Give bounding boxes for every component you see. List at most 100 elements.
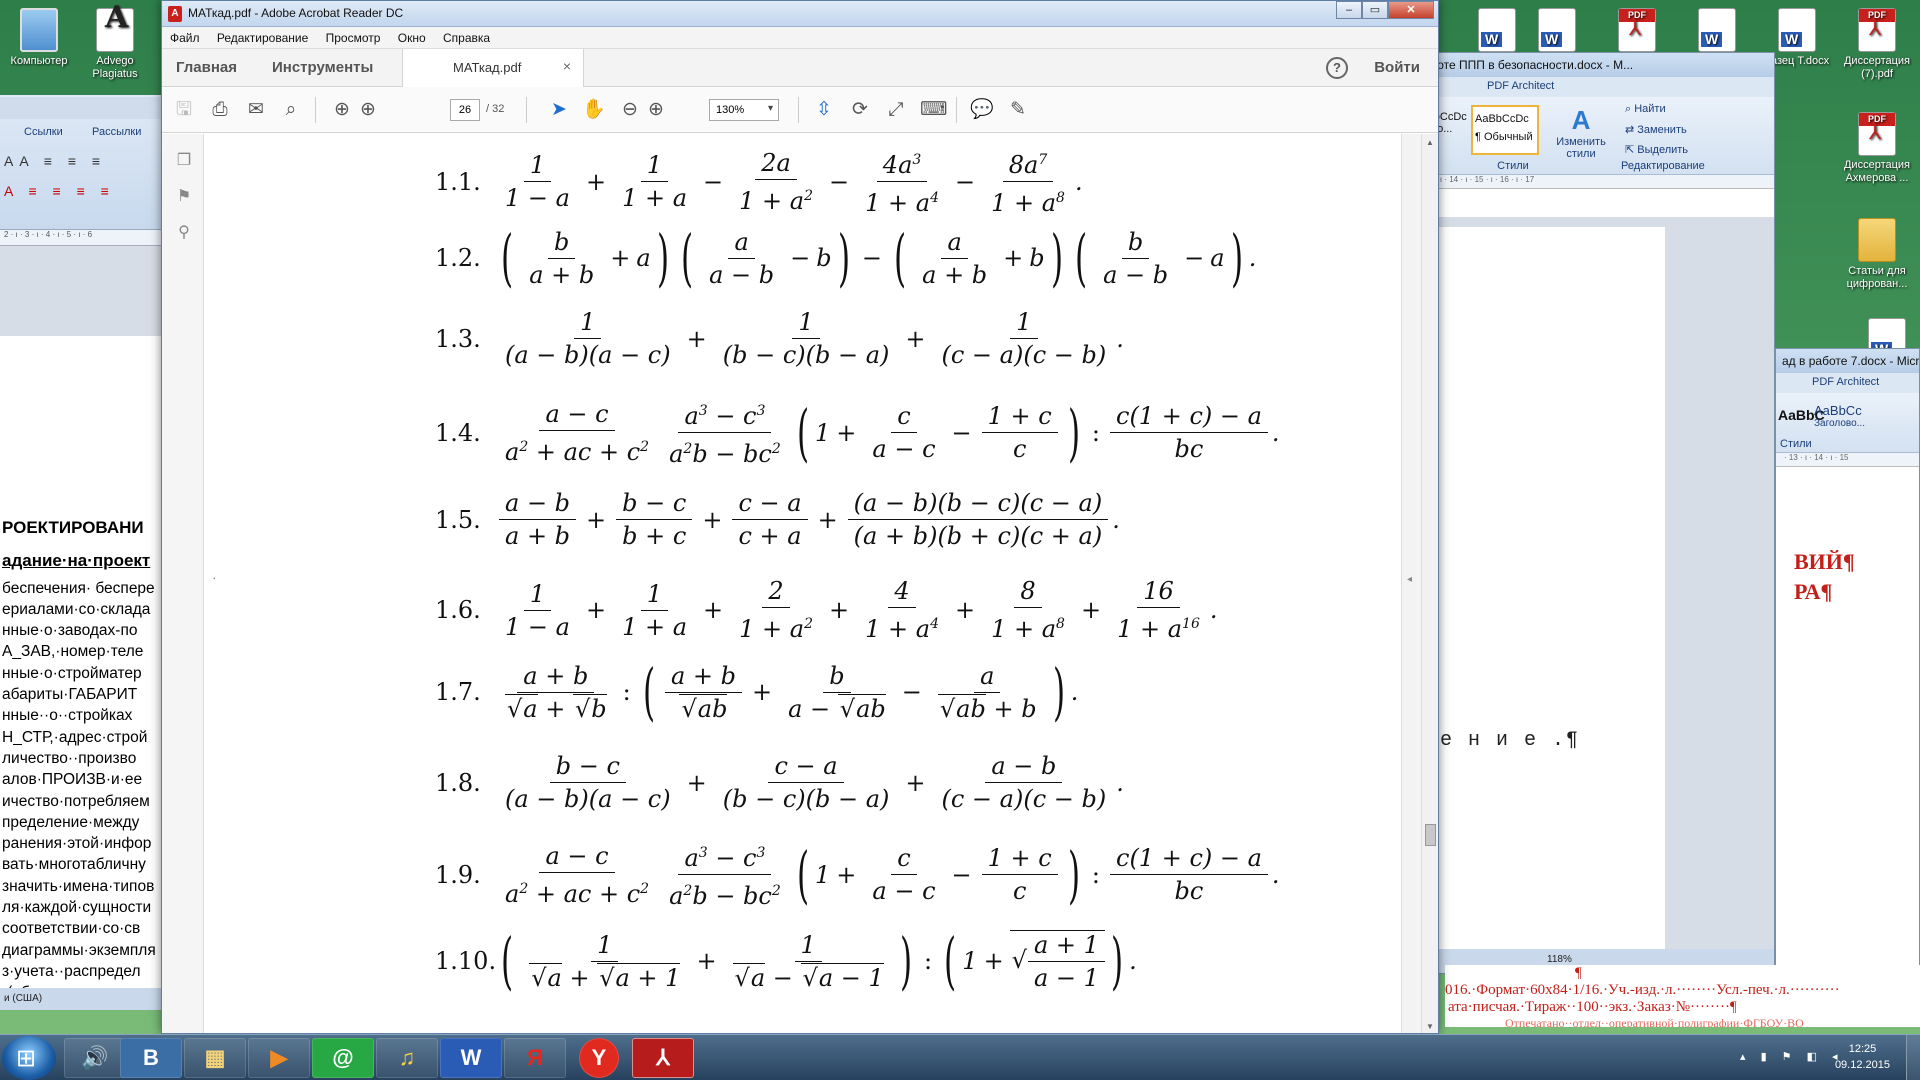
minimize-button[interactable]: ‒ xyxy=(1336,1,1362,19)
attachments-icon[interactable]: ⚲ xyxy=(175,222,193,242)
full-screen-icon[interactable]: ⤢ xyxy=(884,98,908,122)
scroll-up-icon[interactable]: ▲ xyxy=(1426,138,1434,147)
desktop-icon-dissertation-7[interactable]: Диссертация (7).pdf xyxy=(1840,8,1914,81)
tab-pdf-architect[interactable]: PDF Architect xyxy=(1812,376,1879,388)
doc-line: ериалами·со·склада xyxy=(2,600,151,618)
word-window-background-2[interactable]: ад в работе 7.docx - Micro PDF Architect… xyxy=(1775,348,1920,980)
doc-line: вать·многотабличну xyxy=(2,856,146,874)
expand-right-panel-icon[interactable]: ◂ xyxy=(1407,574,1412,585)
doc-line: беспечения· беспере xyxy=(2,579,155,597)
replace-button[interactable]: ⇄ Заменить xyxy=(1625,123,1687,136)
quick-access-toolbar xyxy=(0,97,169,119)
read-mode-icon[interactable]: ⌨ xyxy=(920,98,947,122)
find-button[interactable]: ⌕ Найти xyxy=(1625,103,1666,116)
word-window-left[interactable]: Ссылки Рассылки ΑΑ ≡ ≡ ≡ A ≡ ≡ ≡ ≡ 2 · ı… xyxy=(0,95,170,1010)
hand-tool-icon[interactable]: ✋ xyxy=(582,98,606,122)
select-cursor-icon[interactable]: ➤ xyxy=(547,98,571,122)
desktop-icon-folder-articles[interactable]: Статьи для цифрован... xyxy=(1840,218,1914,291)
taskbar-explorer[interactable]: ▦ xyxy=(184,1038,246,1078)
desktop-icon-word-3[interactable] xyxy=(1680,8,1754,55)
taskbar-acrobat[interactable]: ⅄ xyxy=(632,1038,694,1078)
replace-icon: ⇄ xyxy=(1625,124,1638,136)
page-thumbnails-icon[interactable]: ❐ xyxy=(175,150,193,170)
desktop-icon-dissertation-akhmerova[interactable]: Диссертация Ахмерова ... xyxy=(1840,112,1914,185)
change-styles-button[interactable]: A Изменить стили xyxy=(1553,105,1609,160)
desktop-icon-computer[interactable]: Компьютер xyxy=(2,8,76,68)
select-label: Выделить xyxy=(1637,144,1689,156)
vertical-scrollbar[interactable]: ▲ ▼ xyxy=(1421,134,1438,1033)
format-toolbar[interactable]: ΑΑ ≡ ≡ ≡ xyxy=(4,153,106,169)
title-bar[interactable]: A МАТкад.pdf - Adobe Acrobat Reader DC ‒… xyxy=(162,1,1438,27)
fit-width-icon[interactable]: ⇳ xyxy=(812,98,836,122)
taskbar-yandex[interactable]: Я xyxy=(504,1038,566,1078)
tab-home[interactable]: Главная xyxy=(176,59,237,76)
previous-page-icon[interactable]: ⊕ xyxy=(330,98,354,122)
doc-line: ранения·этой·инфор xyxy=(2,835,152,853)
taskbar-vk[interactable]: В xyxy=(120,1038,182,1078)
zoom-out-icon[interactable]: ⊖ xyxy=(618,98,642,122)
problem-1-3: 1.3. 1 (a − b)(a − c) + 1 (b − c)(b − a) + 1… xyxy=(435,308,1124,369)
comment-icon[interactable]: 💬 xyxy=(970,98,994,122)
scrollbar-thumb[interactable] xyxy=(1425,824,1436,846)
problem-number: 1.1. xyxy=(435,167,481,196)
pdf-icon xyxy=(1858,8,1896,52)
show-desktop-button[interactable] xyxy=(1906,1035,1920,1080)
tab-tools[interactable]: Инструменты xyxy=(272,59,373,76)
tab-mailings[interactable]: Рассылки xyxy=(92,126,141,138)
select-button[interactable]: ⇱ Выделить xyxy=(1625,143,1688,156)
taskbar-media-player[interactable]: ▶ xyxy=(248,1038,310,1078)
problem-1-7: 1.7. a + ba + b: (a + bab+ ba − ab− aab … xyxy=(435,661,1078,723)
rotate-icon[interactable]: ⟳ xyxy=(848,98,872,122)
zoom-select[interactable]: 130% xyxy=(709,99,779,121)
search-icon[interactable]: ⌕ xyxy=(279,98,303,122)
next-page-icon[interactable]: ⊕ xyxy=(356,98,380,122)
menu-file[interactable]: Файл xyxy=(170,31,200,45)
taskbar-yandex-browser[interactable]: Y xyxy=(579,1038,619,1078)
bookmarks-icon[interactable]: ⚑ xyxy=(175,186,193,206)
word-window-background-1[interactable]: работе ППП в безопасности.docx - М... PD… xyxy=(1410,52,1775,974)
maximize-button[interactable]: ▭ xyxy=(1362,1,1388,19)
zoom-in-icon[interactable]: ⊕ xyxy=(644,98,668,122)
font-color-toolbar[interactable]: A ≡ ≡ ≡ ≡ xyxy=(4,183,115,199)
select-icon: ⇱ xyxy=(1625,144,1638,156)
help-icon[interactable]: ? xyxy=(1326,57,1348,79)
print-icon[interactable]: ⎙ xyxy=(208,98,232,122)
menu-window[interactable]: Окно xyxy=(398,31,426,45)
tab-pdf-architect[interactable]: PDF Architect xyxy=(1487,80,1554,92)
style-normal[interactable]: AaBbCcDc ¶ Обычный xyxy=(1471,105,1539,155)
problem-number: 1.8. xyxy=(435,768,481,797)
pdf-page: 1.1. 11 − a + 11 + a − 2a 1 + a2− 4a3 1 + a4… xyxy=(215,134,1400,1033)
right-panel-rail: ◂ xyxy=(1401,134,1421,1033)
save-icon[interactable]: 🖫 xyxy=(172,98,196,122)
clock[interactable]: 12:25 09.12.2015 xyxy=(1835,1041,1890,1073)
doc-line: алов·ПРОИЗВ·и·ее xyxy=(2,771,143,789)
scroll-down-icon[interactable]: ▼ xyxy=(1426,1022,1434,1031)
tab-references[interactable]: Ссылки xyxy=(24,126,63,138)
taskbar-mail-agent[interactable]: @ xyxy=(312,1038,374,1078)
red-pilcrow: ¶ xyxy=(1575,965,1582,981)
desktop-icon-pdf-1[interactable] xyxy=(1600,8,1674,55)
acrobat-window[interactable]: A МАТкад.pdf - Adobe Acrobat Reader DC ‒… xyxy=(161,0,1439,1034)
menu-edit[interactable]: Редактирование xyxy=(217,31,308,45)
footer-line-3: Отпечатано··отдел··оперативной·полиграфи… xyxy=(1505,1016,1804,1027)
desktop-icon-word-2[interactable] xyxy=(1520,8,1594,55)
menu-view[interactable]: Просмотр xyxy=(326,31,381,45)
tray-icons[interactable]: ▴ ▮ ⚑ ◧ ◂ xyxy=(1740,1050,1844,1063)
document-tab[interactable]: МАТкад.pdf × xyxy=(402,49,584,87)
email-icon[interactable]: ✉ xyxy=(244,98,268,122)
desktop-icon-advego[interactable]: Advego Plagiatus xyxy=(78,8,152,81)
page-number-input[interactable]: 26 xyxy=(450,99,480,121)
style-2[interactable]: AaBbCc Заголово... xyxy=(1814,403,1865,429)
problem-1-9: 1.9. a − c a2 + ac + c2 a3 − c3 a2b − bc2 … xyxy=(435,837,1280,911)
taskbar-volume[interactable]: 🔊 xyxy=(64,1038,126,1078)
taskbar-aimp[interactable]: ♫ xyxy=(376,1038,438,1078)
document-tab-label: МАТкад.pdf xyxy=(453,60,522,75)
menu-help[interactable]: Справка xyxy=(443,31,490,45)
close-button[interactable]: ✕ xyxy=(1388,1,1434,19)
taskbar-word[interactable]: W xyxy=(440,1038,502,1078)
sign-in-button[interactable]: Войти xyxy=(1374,59,1420,76)
close-tab-icon[interactable]: × xyxy=(563,58,571,74)
start-button[interactable] xyxy=(2,1036,56,1080)
highlight-pen-icon[interactable]: ✎ xyxy=(1006,98,1030,122)
ribbon: AaBbC AaBbCc Заголово... Стили xyxy=(1776,393,1919,453)
